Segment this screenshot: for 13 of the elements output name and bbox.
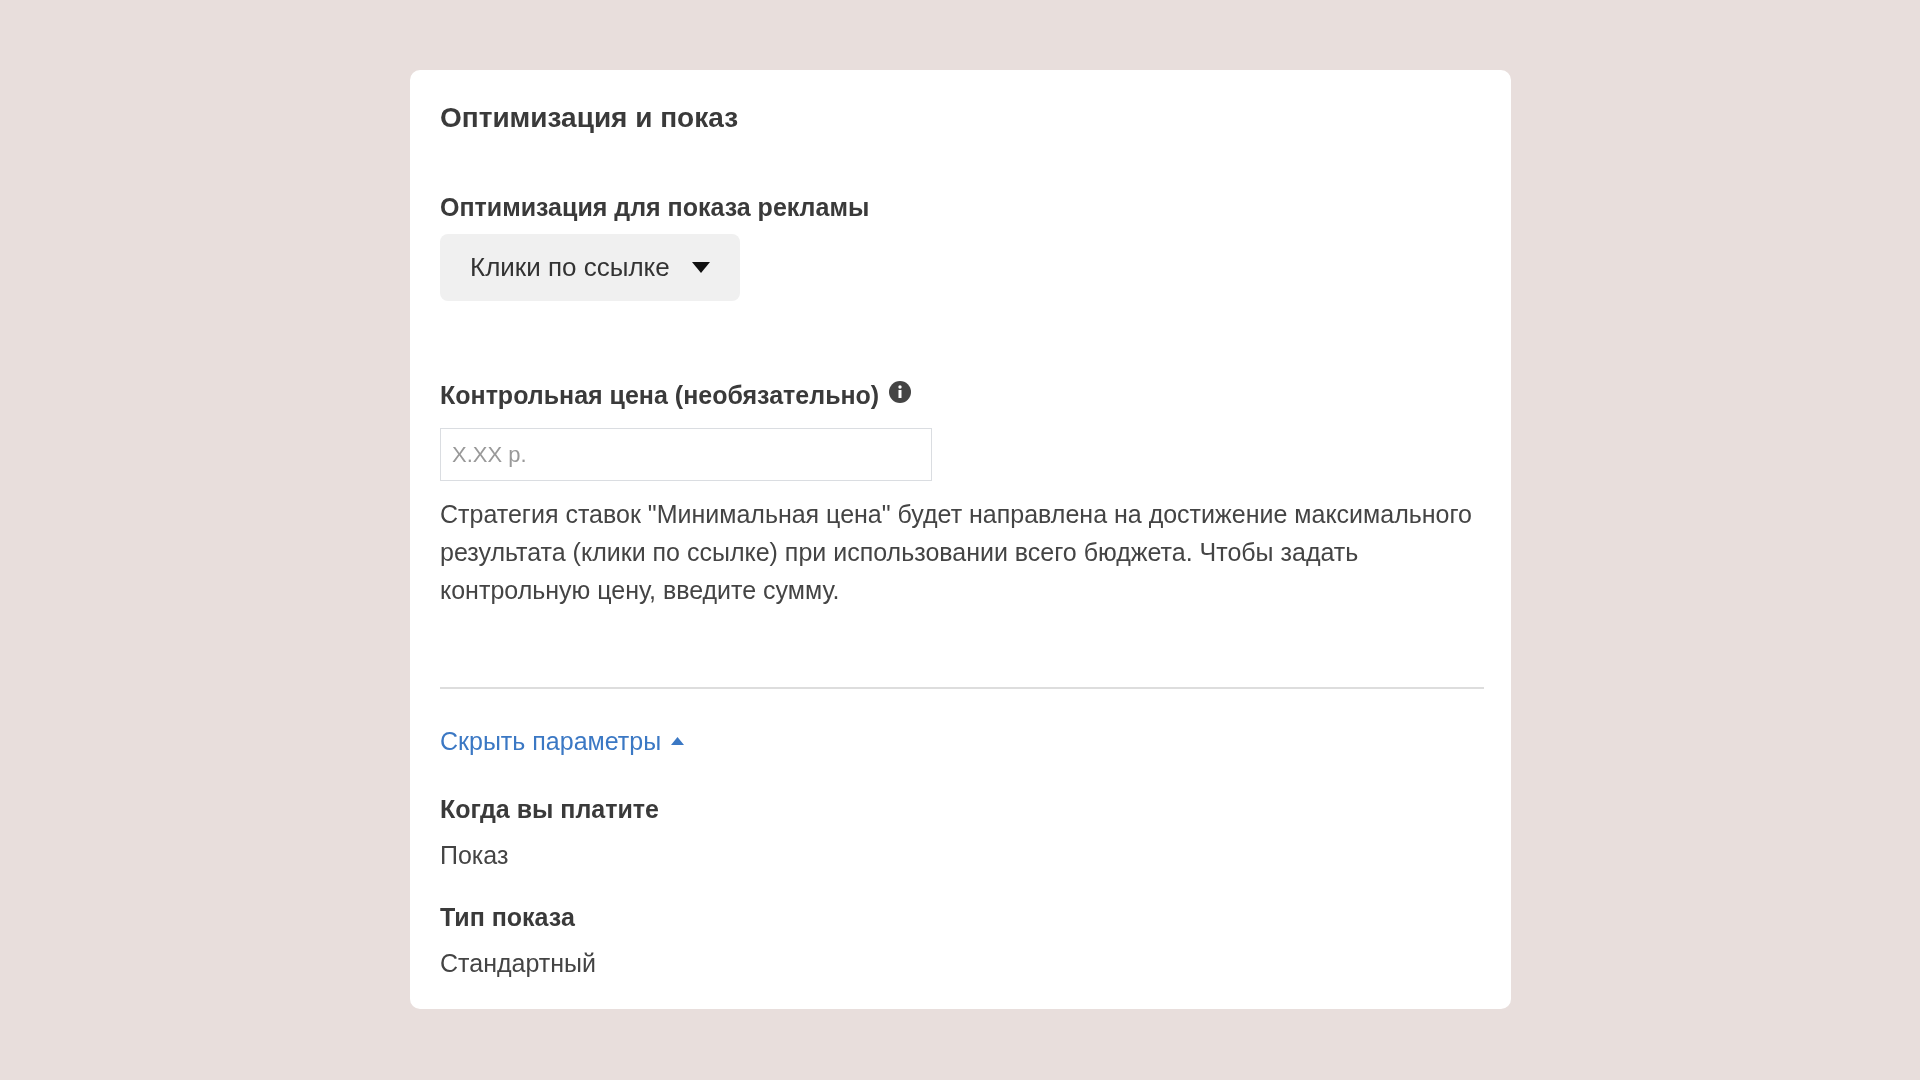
field-label: Оптимизация для показа рекламы bbox=[440, 192, 870, 223]
caret-down-icon bbox=[691, 262, 710, 273]
detail-value: Стандартный bbox=[440, 948, 596, 979]
card-title: Оптимизация и показ bbox=[440, 101, 739, 135]
bid-description: Стратегия ставок "Минимальная цена" будет направлена на достижение максимального результата (клики по ссылке) при использовании всего бюджета. Чтобы задать контрольную цену, введите сумму. bbox=[440, 499, 1473, 606]
detail-label: Когда вы платите bbox=[440, 794, 660, 825]
info-icon[interactable] bbox=[889, 381, 912, 403]
detail-label: Тип показа bbox=[440, 902, 575, 933]
field-label: Контрольная цена (необязательно) bbox=[440, 380, 880, 411]
bid-input-field[interactable]: X.XX р. bbox=[440, 428, 932, 481]
hide-options-link[interactable]: Скрыть параметры bbox=[440, 725, 685, 757]
detail-value: Показ bbox=[440, 840, 509, 871]
optimization-dropdown[interactable]: Клики по ссылке bbox=[440, 234, 740, 301]
